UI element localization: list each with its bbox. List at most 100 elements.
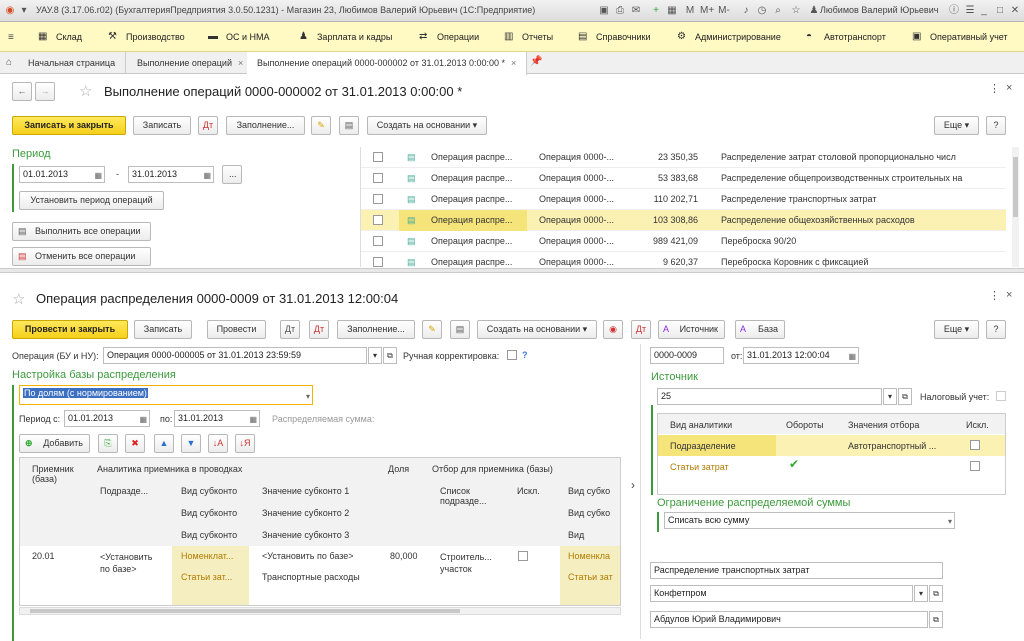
move-up-icon[interactable]: ▲ (154, 434, 174, 453)
tab-home[interactable]: Начальная страница (18, 52, 127, 74)
row-checkbox[interactable] (373, 152, 383, 162)
dropdown-icon[interactable]: ▾ (306, 389, 310, 404)
sort-asc-icon[interactable]: ↓А (208, 434, 228, 453)
calendar-icon[interactable]: ▦ (666, 5, 678, 17)
analytics-kind-2[interactable]: Статьи затрат (670, 462, 729, 472)
row-checkbox[interactable] (373, 215, 383, 225)
add-button[interactable]: ⊕ Добавить (19, 434, 90, 453)
dropdown-icon[interactable]: ▾ (948, 514, 952, 528)
delete-icon[interactable]: ✖ (125, 434, 145, 453)
manual-help-icon[interactable]: ? (522, 350, 528, 360)
menu-operations[interactable]: ⇄ Операции (419, 22, 479, 52)
limit-select[interactable]: Списать всю сумму ▾ (664, 512, 955, 529)
tab-operations[interactable]: Выполнение операций × (127, 52, 255, 74)
memory-plus-icon[interactable]: M+ (700, 5, 714, 17)
dropdown-icon[interactable]: ▾ (368, 347, 382, 364)
tax-checkbox[interactable] (996, 391, 1006, 401)
settings-icon[interactable]: ☰ (964, 5, 976, 17)
filter-value-1[interactable]: Автотранспортный ... (848, 441, 936, 451)
menu-fixed-assets[interactable]: ▬ ОС и НМА (208, 22, 270, 52)
edit-icon[interactable]: ✎ (422, 320, 442, 339)
memory-minus-icon[interactable]: M- (718, 5, 730, 17)
dropdown-icon[interactable]: ▾ (914, 585, 928, 602)
src-excl-checkbox-1[interactable] (970, 440, 980, 450)
star-icon[interactable]: ☆ (790, 5, 802, 17)
organization-field[interactable]: Конфетпром (650, 585, 913, 602)
checkmark-icon[interactable]: ✔ (789, 457, 799, 471)
row-checkbox[interactable] (373, 173, 383, 183)
description-field[interactable]: Распределение транспортных затрат (650, 562, 943, 579)
menu-operative[interactable]: ▣ Оперативный учет (912, 22, 1008, 52)
close-tab-icon[interactable]: × (238, 58, 243, 68)
subdivision-value[interactable]: <Установить по базе> (100, 551, 160, 575)
current-user[interactable]: Любимов Валерий Юрьевич (820, 5, 938, 15)
open-icon[interactable]: ⧉ (898, 388, 912, 405)
period-from-field[interactable]: 01.01.2013 ▦ (64, 410, 150, 427)
open-icon[interactable]: ⧉ (929, 585, 943, 602)
run-all-button[interactable]: ▤ Выполнить все операции (12, 222, 151, 241)
val2-value[interactable]: Транспортные расходы (262, 572, 360, 582)
src-excl-checkbox-2[interactable] (970, 461, 980, 471)
sort-desc-icon[interactable]: ↓Я (235, 434, 255, 453)
row-checkbox[interactable] (373, 257, 383, 267)
more-button[interactable]: Еще ▾ (934, 320, 979, 339)
memory-icon[interactable]: M (684, 5, 696, 17)
app-logo-icon[interactable]: ◉ (4, 5, 16, 17)
period-to-field[interactable]: 31.01.2013 ▦ (174, 410, 260, 427)
dropdown-icon[interactable]: ▾ (883, 388, 897, 405)
save-button[interactable]: Записать (134, 320, 192, 339)
number-field[interactable]: 0000-0009 (650, 347, 724, 364)
list-value[interactable]: Строитель... участок (440, 551, 496, 575)
edit-icon[interactable]: ✎ (311, 116, 331, 135)
table-row[interactable]: ▤ Операция распре... Операция 0000-... 989 … (361, 231, 1006, 252)
print-icon[interactable]: ⎙ (614, 5, 626, 17)
mail-icon[interactable]: ✉ (630, 5, 642, 17)
menu-warehouse[interactable]: ▦ Склад (38, 22, 82, 52)
receiver-value[interactable]: 20.01 (32, 551, 55, 561)
menu-reports[interactable]: ▥ Отчеты (504, 22, 553, 52)
open-icon[interactable]: ⧉ (929, 611, 943, 628)
kind1-value[interactable]: Номенклат... (181, 551, 233, 561)
save-button[interactable]: Записать (133, 116, 191, 135)
tab-operations-doc[interactable]: Выполнение операций 0000-000002 от 31.01… (247, 52, 528, 75)
more-options-icon[interactable]: ⋮ (989, 82, 1000, 95)
menu-administration[interactable]: ⚙ Администрирование (677, 22, 781, 52)
fill-button[interactable]: Заполнение... (226, 116, 305, 135)
menu-autotransport[interactable]: ◓ Автотранспорт (806, 22, 886, 52)
source-account-field[interactable]: 25 (657, 388, 882, 405)
favorite-star-icon[interactable]: ☆ (12, 290, 25, 308)
forward-button[interactable]: → (35, 82, 55, 101)
source-button[interactable]: A Источник (658, 320, 725, 339)
menu-salary[interactable]: ♟ Зарплата и кадры (299, 22, 392, 52)
post-button[interactable]: Провести (207, 320, 266, 339)
document-icon[interactable]: ▤ (339, 116, 359, 135)
save-and-close-button[interactable]: Записать и закрыть (12, 116, 126, 135)
help-button[interactable]: ? (986, 116, 1006, 135)
date-from-field[interactable]: 01.01.2013 ▦ (19, 166, 105, 183)
open-icon[interactable]: ⧉ (383, 347, 397, 364)
fill-button[interactable]: Заполнение... (337, 320, 415, 339)
row-checkbox[interactable] (373, 236, 383, 246)
dt-kt-icon[interactable]: Дт (198, 116, 218, 135)
table-row[interactable]: ▤ Операция распре... Операция 0000-... 103 … (361, 210, 1006, 231)
add-icon[interactable]: + (650, 5, 662, 17)
calendar-icon[interactable]: ▦ (848, 349, 856, 363)
manual-checkbox[interactable] (507, 350, 517, 360)
table-row[interactable]: ▤ Операция распре... Операция 0000-... 23 3… (361, 147, 1006, 168)
favorite-star-icon[interactable]: ☆ (79, 82, 92, 100)
calendar-icon[interactable]: ▦ (249, 412, 257, 426)
close-form-icon[interactable]: × (1006, 289, 1012, 301)
dt-kt-report-icon[interactable]: Дт (631, 320, 651, 339)
calendar-icon[interactable]: ▦ (139, 412, 147, 426)
minimize-icon[interactable]: _ (978, 5, 990, 17)
history-icon[interactable]: ◷ (756, 5, 768, 17)
chevron-right-icon[interactable]: › (631, 478, 635, 492)
report-icon[interactable]: ◉ (603, 320, 623, 339)
help-button[interactable]: ? (986, 320, 1006, 339)
analytics-kind-1[interactable]: Подразделение (670, 441, 736, 451)
dt-kt-icon[interactable]: Дт (280, 320, 300, 339)
search-icon[interactable]: ⌕ (772, 5, 784, 17)
share-value[interactable]: 80,000 (390, 551, 418, 561)
home-icon[interactable]: ⌂ (6, 57, 12, 68)
maximize-icon[interactable]: □ (994, 5, 1006, 17)
